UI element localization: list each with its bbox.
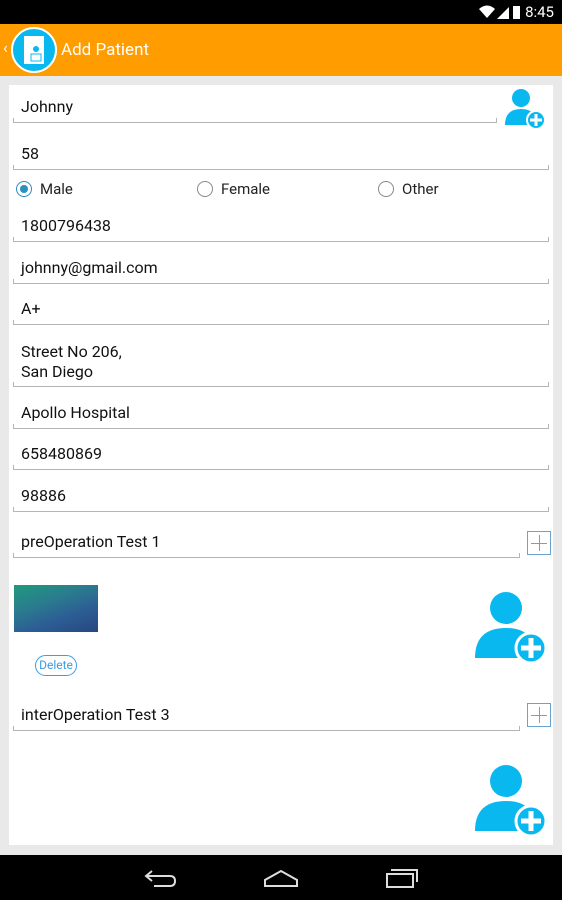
gender-female-radio[interactable]: Female [197, 180, 270, 198]
add-person-icon[interactable] [474, 763, 548, 837]
blood-group-input[interactable]: A+ [13, 299, 549, 325]
chevron-left-icon[interactable]: ‹ [3, 38, 8, 57]
hospital-input[interactable]: Apollo Hospital [13, 403, 549, 429]
back-icon[interactable] [144, 867, 178, 889]
gender-other-radio[interactable]: Other [378, 180, 439, 198]
inter-operation-input[interactable]: interOperation Test 3 [13, 705, 520, 731]
navigation-bar [0, 855, 562, 900]
radio-label: Female [221, 180, 271, 198]
add-person-icon[interactable] [503, 87, 547, 131]
delete-button[interactable]: Delete [35, 655, 77, 676]
page-title: Add Patient [61, 40, 150, 60]
add-inter-operation-button[interactable] [527, 703, 551, 727]
pre-operation-input[interactable]: preOperation Test 1 [13, 532, 520, 558]
battery-icon [513, 6, 520, 19]
clock: 8:45 [525, 3, 554, 21]
radio-unchecked [197, 181, 213, 197]
attachment-thumbnail[interactable] [14, 585, 98, 632]
signal-icon [497, 7, 509, 19]
app-bar: ‹ Add Patient [0, 24, 562, 76]
radio-checked [16, 181, 32, 197]
home-icon[interactable] [263, 869, 299, 889]
radio-label: Male [40, 180, 73, 198]
number-input[interactable]: 658480869 [13, 444, 549, 470]
number-input[interactable]: 98886 [13, 486, 549, 512]
address-line: Street No 206, [21, 342, 122, 361]
email-input[interactable]: johnny@gmail.com [13, 258, 549, 284]
gender-male-radio[interactable]: Male [16, 180, 73, 198]
address-line: San Diego [21, 362, 93, 381]
status-bar: 8:45 [0, 0, 562, 24]
phone-input[interactable]: 1800796438 [13, 216, 549, 242]
add-person-icon[interactable] [474, 590, 548, 664]
patient-record-icon[interactable] [11, 27, 57, 73]
recents-icon[interactable] [385, 867, 419, 889]
radio-unchecked [378, 181, 394, 197]
radio-label: Other [402, 180, 439, 198]
name-input[interactable]: Johnny [13, 97, 497, 123]
address-input[interactable]: Street No 206, San Diego [13, 342, 549, 387]
age-input[interactable]: 58 [13, 144, 549, 170]
wifi-icon [479, 5, 495, 18]
patient-form: Johnny 58 Male Female Other 1800796438 j… [9, 85, 553, 845]
add-pre-operation-button[interactable] [527, 531, 551, 555]
